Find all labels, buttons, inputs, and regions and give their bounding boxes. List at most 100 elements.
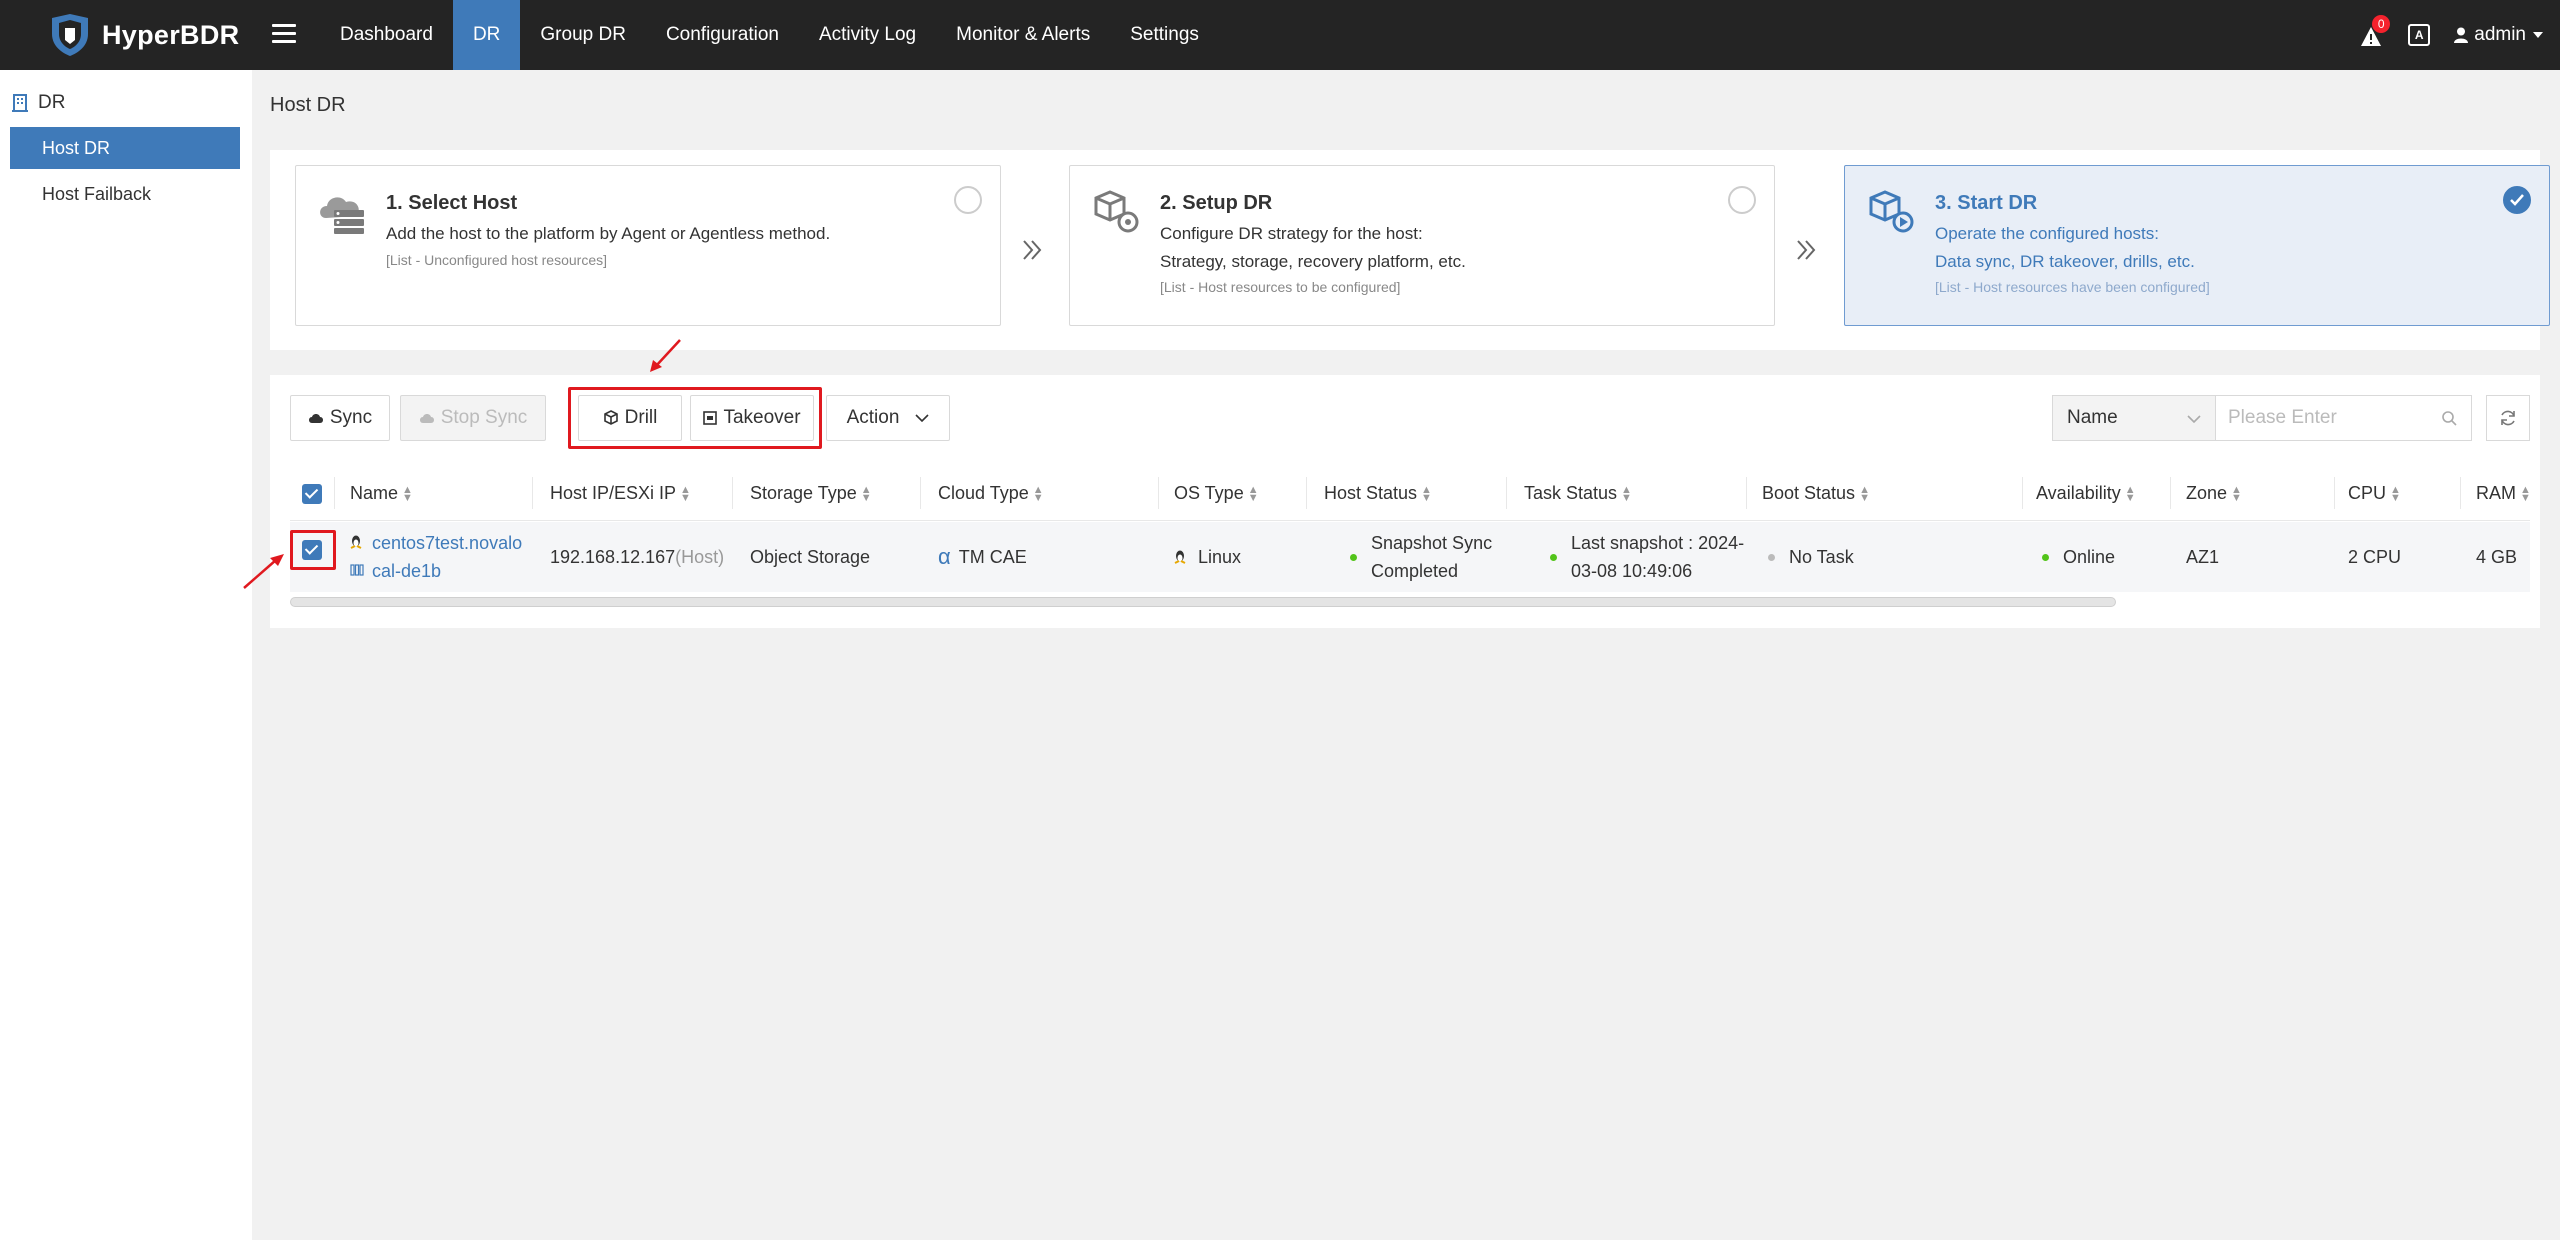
- col-cpu[interactable]: CPU ▲ ▼: [2348, 465, 2401, 521]
- step-title: 3. Start DR: [1935, 192, 2038, 214]
- chevron-down-icon: [2187, 415, 2201, 423]
- sync-button[interactable]: Sync: [290, 395, 390, 441]
- takeover-button[interactable]: Takeover: [690, 395, 814, 441]
- cloud-icon: [308, 414, 323, 423]
- step-title: 2. Setup DR: [1160, 192, 1273, 214]
- double-chevron-right-icon: [1797, 240, 1816, 260]
- nav-group-dr[interactable]: Group DR: [520, 0, 646, 70]
- search-icon: [2442, 411, 2457, 426]
- cell-availability: Online: [2042, 522, 2115, 592]
- col-name[interactable]: Name ▲ ▼: [350, 465, 413, 521]
- row-checkbox[interactable]: [302, 522, 322, 578]
- user-icon: [2454, 27, 2469, 43]
- stop-sync-button[interactable]: Stop Sync: [400, 395, 546, 441]
- top-right-tools: 0 A admin: [2360, 0, 2544, 70]
- col-storage-type[interactable]: Storage Type ▲ ▼: [750, 465, 872, 521]
- col-boot-status[interactable]: Boot Status ▲ ▼: [1762, 465, 1870, 521]
- hyperbdr-logo-icon: [52, 14, 88, 56]
- cell-boot-status: No Task: [1768, 522, 1854, 592]
- step-note: [List - Host resources have been configu…: [1935, 279, 2210, 295]
- linux-tux-icon: [1174, 550, 1186, 564]
- cloud-icon: [419, 414, 434, 423]
- refresh-icon: [2501, 410, 2515, 426]
- top-navbar: HyperBDR Dashboard DR Group DR Configura…: [0, 0, 2560, 70]
- step-radio[interactable]: [1728, 186, 1756, 214]
- step-setup-dr[interactable]: 2. Setup DR Configure DR strategy for th…: [1069, 165, 1775, 326]
- language-switch-icon[interactable]: A: [2408, 24, 2431, 46]
- sidebar-item-host-failback[interactable]: Host Failback: [10, 173, 240, 215]
- cell-host-ip: 192.168.12.167 (Host): [550, 546, 725, 567]
- alpha-cloud-icon: α: [938, 544, 951, 569]
- nav-dr[interactable]: DR: [452, 0, 521, 70]
- step-start-dr[interactable]: 3. Start DR Operate the configured hosts…: [1844, 165, 2550, 326]
- step-radio-checked[interactable]: [2503, 186, 2531, 214]
- status-dot-green: [1350, 553, 1357, 561]
- step-desc: Add the host to the platform by Agent or…: [386, 224, 831, 243]
- cell-task-status: Last snapshot : 2024- 03-08 10:49:06: [1550, 522, 1744, 592]
- search-field-select[interactable]: Name: [2052, 395, 2216, 441]
- cell-cloud-type: α TM CAE: [938, 544, 1027, 569]
- nav-monitor-alerts[interactable]: Monitor & Alerts: [936, 0, 1110, 70]
- step-note: [List - Host resources to be configured]: [1160, 279, 1401, 295]
- brand[interactable]: HyperBDR: [48, 14, 239, 56]
- status-dot-green: [1550, 553, 1557, 561]
- horizontal-scrollbar[interactable]: [290, 597, 2116, 607]
- refresh-button[interactable]: [2486, 395, 2530, 441]
- col-host-ip[interactable]: Host IP/ESXi IP ▲ ▼: [550, 465, 691, 521]
- alert-count-badge: 0: [2372, 15, 2391, 33]
- step-note: [List - Unconfigured host resources]: [386, 252, 607, 268]
- steps-card: 1. Select Host Add the host to the platf…: [270, 150, 2550, 350]
- host-table-card: Sync Stop Sync Drill Takeover Action Nam…: [270, 375, 2540, 628]
- chevron-down-icon: [915, 414, 929, 422]
- sidebar-group-dr[interactable]: DR: [12, 92, 65, 114]
- step-radio[interactable]: [954, 186, 982, 214]
- takeover-icon: [703, 411, 718, 425]
- col-ram[interactable]: RAM ▲ ▼: [2476, 465, 2531, 521]
- status-dot-grey: [1768, 553, 1775, 561]
- cell-cpu: 2 CPU: [2348, 546, 2402, 567]
- linux-tux-icon: [350, 535, 362, 549]
- col-cloud-type[interactable]: Cloud Type ▲ ▼: [938, 465, 1044, 521]
- cell-zone: AZ1: [2186, 546, 2220, 567]
- col-host-status[interactable]: Host Status ▲ ▼: [1324, 465, 1432, 521]
- select-all-checkbox[interactable]: [302, 465, 322, 521]
- nav-settings[interactable]: Settings: [1110, 0, 1219, 70]
- col-availability[interactable]: Availability ▲ ▼: [2036, 465, 2136, 521]
- search-input[interactable]: Please Enter: [2216, 395, 2472, 441]
- alerts-button[interactable]: 0: [2360, 15, 2391, 47]
- building-icon: [12, 94, 28, 112]
- main-nav: Dashboard DR Group DR Configuration Acti…: [320, 0, 1219, 70]
- user-name: admin: [2474, 24, 2526, 45]
- brand-name: HyperBDR: [102, 19, 240, 50]
- step-title: 1. Select Host: [386, 192, 518, 214]
- page-title: Host DR: [270, 94, 346, 116]
- step-select-host[interactable]: 1. Select Host Add the host to the platf…: [295, 165, 1001, 326]
- drill-button[interactable]: Drill: [578, 395, 682, 441]
- col-os-type[interactable]: OS Type ▲ ▼: [1174, 465, 1259, 521]
- host-node-icon: [350, 564, 364, 576]
- nav-configuration[interactable]: Configuration: [646, 0, 799, 70]
- step-desc: Operate the configured hosts: Data sync, …: [1935, 224, 2195, 271]
- cell-os-type: Linux: [1174, 522, 1241, 592]
- col-zone[interactable]: Zone ▲ ▼: [2186, 465, 2242, 521]
- cloud-host-icon: [320, 197, 364, 234]
- action-dropdown[interactable]: Action: [826, 395, 950, 441]
- annotation-arrow-icon: [243, 554, 284, 589]
- nav-activity-log[interactable]: Activity Log: [799, 0, 936, 70]
- table-header: Name ▲ ▼ Host IP/ESXi IP ▲ ▼ Storage Type ▲ ▼ …: [290, 465, 2531, 521]
- user-menu[interactable]: admin: [2454, 24, 2544, 46]
- cell-name[interactable]: centos7test.novalo cal-de1b: [350, 522, 522, 592]
- double-chevron-right-icon: [1023, 240, 1042, 260]
- menu-toggle-icon[interactable]: [272, 20, 296, 48]
- sidebar-group-label: DR: [38, 92, 66, 113]
- table-row[interactable]: centos7test.novalo cal-de1b 192.168.12.1…: [290, 522, 2530, 592]
- col-task-status[interactable]: Task Status ▲ ▼: [1524, 465, 1632, 521]
- annotation-arrow-icon: [650, 339, 681, 372]
- cell-ram: 4 GB: [2476, 546, 2518, 567]
- start-cube-icon: [1869, 190, 1914, 233]
- nav-dashboard[interactable]: Dashboard: [320, 0, 453, 70]
- caret-down-icon: [2533, 32, 2543, 38]
- sidebar-item-host-dr[interactable]: Host DR: [10, 127, 240, 169]
- check-icon: [2510, 194, 2524, 206]
- setup-cube-icon: [1094, 190, 1139, 233]
